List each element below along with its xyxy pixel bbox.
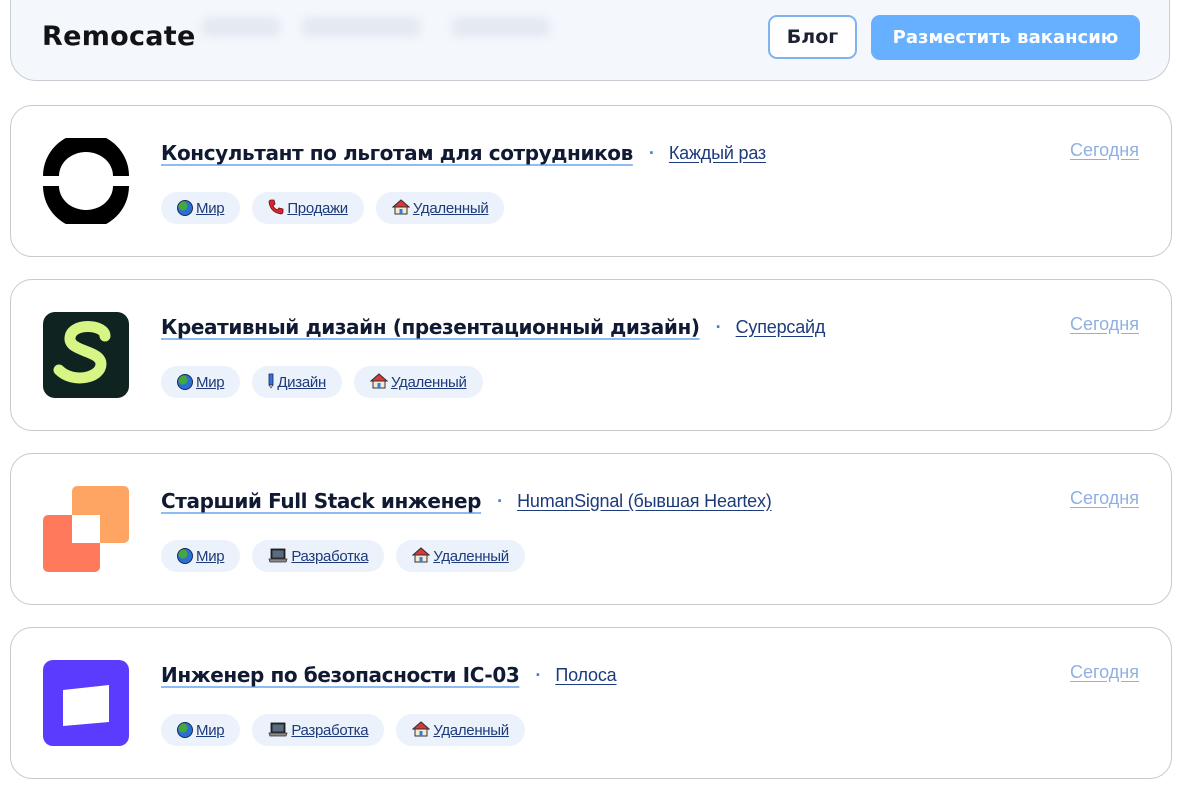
job-date[interactable]: Сегодня [1070,140,1139,161]
tag-label: Разработка [291,547,369,565]
separator-dot: · [535,664,542,685]
post-job-button[interactable]: Разместить вакансию [871,15,1140,60]
company-link[interactable]: Полоса [555,665,616,686]
tag-label: Удаленный [433,721,509,739]
globe-icon [177,548,193,564]
blurred-nav-link [201,17,281,37]
tag-category[interactable]: Разработка [252,714,385,746]
job-title-row: Консультант по льготам для сотрудников ·… [161,141,766,165]
tag-label: Дизайн [277,373,326,391]
tag-remote[interactable]: Удаленный [353,366,483,398]
job-date[interactable]: Сегодня [1070,314,1139,335]
separator-dot: · [648,142,655,163]
job-title-link[interactable]: Креативный дизайн (презентационный дизай… [161,315,700,339]
tag-location[interactable]: Мир [161,714,241,746]
blurred-nav-link [301,17,421,37]
tag-list: Мир Дизайн Удаленный [161,366,483,398]
s-letter-logo-icon[interactable] [43,312,129,398]
house-icon [411,546,431,566]
tag-label: Мир [196,721,225,739]
tag-location[interactable]: Мир [161,540,241,572]
laptop-icon [268,721,288,740]
tag-label: Мир [196,373,225,391]
job-card[interactable]: Инженер по безопасности IC-03 · Полоса С… [10,627,1172,779]
job-title-link[interactable]: Старший Full Stack инженер [161,489,481,513]
house-icon [391,198,411,218]
tag-label: Удаленный [433,547,509,565]
house-icon [411,720,431,740]
tag-label: Разработка [291,721,369,739]
company-link[interactable]: Каждый раз [669,143,766,164]
tag-location[interactable]: Мир [161,192,241,224]
separator-dot: · [715,316,722,337]
tag-list: Мир Разработка Удаленный [161,714,525,746]
tag-category[interactable]: Разработка [252,540,385,572]
globe-icon [177,374,193,390]
job-title-row: Инженер по безопасности IC-03 · Полоса [161,663,617,687]
separator-dot: · [497,490,504,511]
phone-icon [268,199,284,218]
blog-button[interactable]: Блог [768,15,857,59]
job-date[interactable]: Сегодня [1070,662,1139,683]
site-header: Remocate Блог Разместить вакансию [10,0,1170,81]
tag-label: Мир [196,547,225,565]
company-link[interactable]: HumanSignal (бывшая Heartex) [517,491,772,512]
tag-category[interactable]: Продажи [252,192,364,224]
job-card[interactable]: Старший Full Stack инженер · HumanSignal… [10,453,1172,605]
half-rings-logo-icon[interactable] [43,133,129,229]
globe-icon [177,722,193,738]
globe-icon [177,200,193,216]
tag-location[interactable]: Мир [161,366,241,398]
stripe-logo-icon[interactable] [43,660,129,746]
job-title-link[interactable]: Инженер по безопасности IC-03 [161,663,520,687]
laptop-icon [268,547,288,566]
job-card[interactable]: Консультант по льготам для сотрудников ·… [10,105,1172,257]
tag-label: Удаленный [412,199,489,217]
blurred-nav-link [451,17,551,37]
job-title-row: Старший Full Stack инженер · HumanSignal… [161,489,772,513]
job-title-link[interactable]: Консультант по льготам для сотрудников [161,141,633,165]
pencil-icon [268,373,274,392]
squares-logo-icon[interactable] [43,486,129,572]
tag-label: Удаленный [390,373,467,391]
site-logo[interactable]: Remocate [42,21,196,52]
job-title-row: Креативный дизайн (презентационный дизай… [161,315,825,339]
job-date[interactable]: Сегодня [1070,488,1139,509]
tag-remote[interactable]: Удаленный [396,714,525,746]
tag-label: Мир [196,199,225,217]
tag-label: Продажи [287,199,348,217]
job-card[interactable]: Креативный дизайн (презентационный дизай… [10,279,1172,431]
tag-category[interactable]: Дизайн [252,366,342,398]
tag-remote[interactable]: Удаленный [396,540,525,572]
tag-list: Мир Продажи Удаленный [161,192,505,224]
company-link[interactable]: Суперсайд [736,317,826,338]
tag-remote[interactable]: Удаленный [375,192,505,224]
house-icon [369,372,389,392]
tag-list: Мир Разработка Удаленный [161,540,525,572]
